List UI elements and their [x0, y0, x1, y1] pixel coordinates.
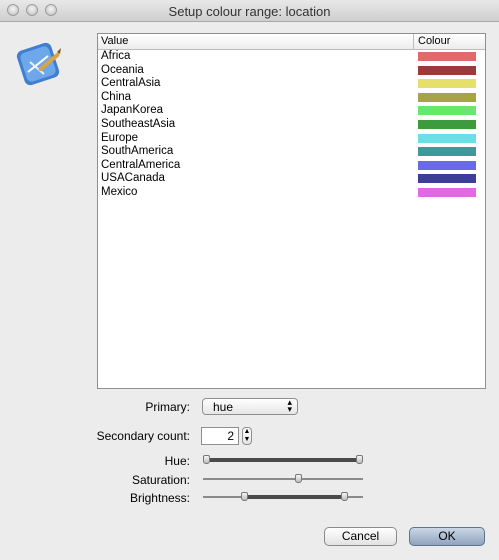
hue-range-slider[interactable] — [203, 453, 363, 467]
row-label: Oceania — [101, 63, 144, 76]
hue-min-knob[interactable] — [203, 455, 210, 464]
brightness-label: Brightness: — [129, 491, 190, 505]
brightness-range-slider[interactable] — [203, 490, 363, 504]
hue-max-knob[interactable] — [356, 455, 363, 464]
colour-swatch[interactable] — [418, 187, 476, 197]
row-label: Mexico — [101, 185, 138, 198]
primary-select-value: hue — [213, 400, 234, 414]
dialog-window: Setup colour range: location Value Colou… — [0, 0, 499, 560]
saturation-knob[interactable] — [294, 474, 302, 483]
colour-swatch[interactable] — [418, 147, 476, 157]
header-divider — [413, 34, 414, 49]
table-row[interactable]: CentralAsia — [98, 77, 485, 91]
row-label: CentralAmerica — [101, 158, 181, 171]
table-row[interactable]: CentralAmerica — [98, 159, 485, 173]
brightness-range-fill — [244, 495, 344, 499]
colour-swatch[interactable] — [418, 174, 476, 184]
header-colour[interactable]: Colour — [418, 35, 450, 47]
primary-label: Primary: — [145, 400, 190, 414]
brightness-max-knob[interactable] — [340, 492, 348, 501]
table-row[interactable]: USACanada — [98, 172, 485, 186]
row-label: Africa — [101, 50, 131, 62]
ok-button[interactable]: OK — [409, 527, 485, 546]
table-row[interactable]: Europe — [98, 132, 485, 146]
colour-swatch[interactable] — [418, 65, 476, 75]
colour-range-app-icon — [14, 38, 66, 90]
secondary-count-input[interactable]: 2 — [201, 427, 239, 445]
colour-swatch[interactable] — [418, 119, 476, 129]
table-body: Africa Oceania CentralAsia China JapanKo… — [98, 50, 485, 200]
colour-swatch[interactable] — [418, 92, 476, 102]
row-label: SoutheastAsia — [101, 117, 176, 130]
row-label: China — [101, 90, 132, 103]
stepper-arrows-icon[interactable]: ▲ ▼ — [242, 427, 252, 445]
colour-table[interactable]: Value Colour Africa Oceania CentralAsia … — [97, 33, 486, 389]
colour-swatch[interactable] — [418, 160, 476, 170]
colour-swatch[interactable] — [418, 79, 476, 89]
table-row[interactable]: Africa — [98, 50, 485, 64]
window-title: Setup colour range: location — [168, 4, 331, 19]
table-row[interactable]: SoutheastAsia — [98, 118, 485, 132]
secondary-count-label: Secondary count: — [96, 429, 190, 443]
title-bar: Setup colour range: location — [0, 0, 499, 22]
colour-swatch[interactable] — [418, 133, 476, 143]
hue-label: Hue: — [164, 454, 190, 468]
brightness-min-knob[interactable] — [241, 492, 249, 501]
row-label: CentralAsia — [101, 77, 161, 90]
saturation-track — [203, 478, 363, 480]
up-down-arrows-icon: ▴ ▾ — [287, 397, 292, 414]
saturation-label: Saturation: — [131, 473, 190, 487]
table-row[interactable]: China — [98, 91, 485, 105]
cancel-button[interactable]: Cancel — [324, 527, 397, 546]
table-row[interactable]: SouthAmerica — [98, 145, 485, 159]
row-label: USACanada — [101, 172, 165, 185]
table-row[interactable]: JapanKorea — [98, 104, 485, 118]
hue-range-fill — [206, 458, 359, 462]
colour-swatch[interactable] — [418, 52, 476, 61]
row-label: SouthAmerica — [101, 145, 174, 158]
row-label: Europe — [101, 131, 139, 144]
colour-swatch[interactable] — [418, 106, 476, 116]
table-header: Value Colour — [98, 34, 485, 50]
row-label: JapanKorea — [101, 104, 164, 117]
primary-select[interactable]: hue ▴ ▾ — [202, 398, 298, 415]
table-row[interactable]: Mexico — [98, 186, 485, 200]
saturation-slider[interactable] — [203, 472, 363, 486]
header-value[interactable]: Value — [101, 35, 128, 47]
table-row[interactable]: Oceania — [98, 64, 485, 78]
